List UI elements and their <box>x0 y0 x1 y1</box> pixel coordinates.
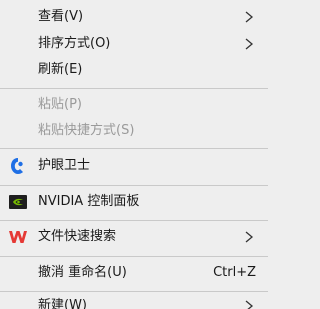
nvidia-icon <box>9 195 27 209</box>
chevron-right-icon <box>245 300 254 309</box>
menu-separator <box>0 256 268 257</box>
chevron-right-icon <box>245 11 254 23</box>
menu-item-paste: 粘贴(P) <box>0 92 268 118</box>
menu-item-refresh[interactable]: 刷新(E) <box>0 57 268 83</box>
menu-item-label: NVIDIA 控制面板 <box>38 194 140 209</box>
menu-item-label: 文件快速搜索 <box>38 229 117 244</box>
menu-item-label: 撤消 重命名(U) <box>38 265 127 280</box>
menu-item-label: 粘贴(P) <box>38 97 82 112</box>
menu-item-view[interactable]: 查看(V) <box>0 4 268 30</box>
menu-item-shortcut: Ctrl+Z <box>213 265 256 280</box>
menu-separator <box>0 291 268 292</box>
wps-icon <box>9 231 27 243</box>
menu-item-undo-rename[interactable]: 撤消 重命名(U) Ctrl+Z <box>0 260 268 286</box>
menu-item-label: 排序方式(O) <box>38 36 111 51</box>
context-menu: 查看(V) 排序方式(O) 刷新(E) 粘贴(P) 粘贴快捷方式(S) 护眼卫士 <box>0 0 268 309</box>
menu-item-new[interactable]: 新建(W) <box>0 293 268 309</box>
menu-separator <box>0 88 268 89</box>
menu-item-label: 新建(W) <box>38 298 87 309</box>
menu-item-eye-guard[interactable]: 护眼卫士 <box>0 153 268 179</box>
menu-item-sort-by[interactable]: 排序方式(O) <box>0 31 268 57</box>
menu-item-paste-shortcut: 粘贴快捷方式(S) <box>0 118 268 144</box>
menu-separator <box>0 185 268 186</box>
menu-item-label: 护眼卫士 <box>38 158 91 173</box>
menu-item-quick-file-search[interactable]: 文件快速搜索 <box>0 224 268 250</box>
chevron-right-icon <box>245 231 254 243</box>
menu-separator <box>0 220 268 221</box>
menu-separator <box>0 148 268 149</box>
menu-item-nvidia-control-panel[interactable]: NVIDIA 控制面板 <box>0 189 268 215</box>
chevron-right-icon <box>245 38 254 50</box>
menu-item-label: 查看(V) <box>38 9 84 24</box>
menu-item-label: 刷新(E) <box>38 62 83 77</box>
menu-item-label: 粘贴快捷方式(S) <box>38 123 135 138</box>
eye-guard-icon <box>11 158 23 174</box>
